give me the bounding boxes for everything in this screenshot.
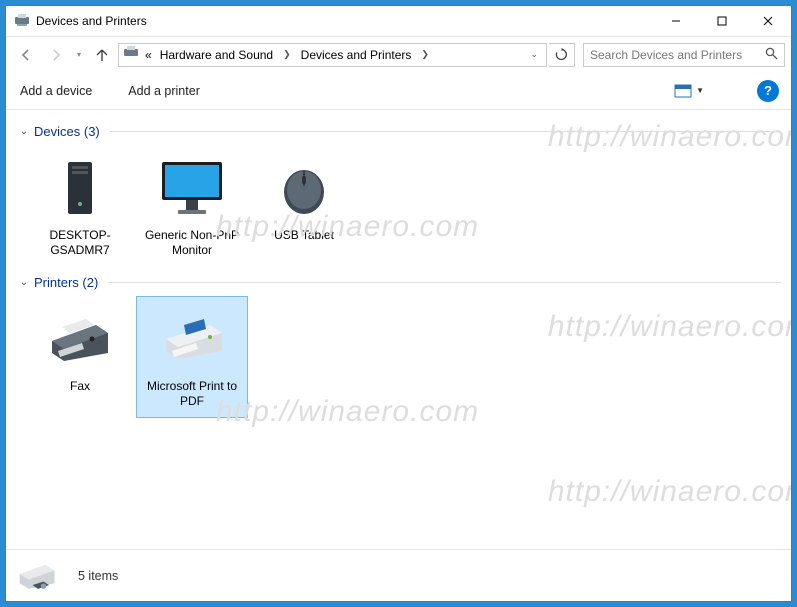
group-name: Printers (34, 275, 79, 290)
item-label: Microsoft Print to PDF (141, 379, 243, 409)
back-button[interactable] (12, 41, 40, 69)
printer-item-pdf[interactable]: Microsoft Print to PDF (136, 296, 248, 418)
item-label: Fax (29, 379, 131, 394)
add-printer-button[interactable]: Add a printer (126, 80, 202, 102)
mouse-icon (268, 152, 340, 224)
group-count: (3) (84, 124, 100, 139)
chevron-right-icon[interactable]: ❯ (417, 49, 433, 60)
minimize-button[interactable] (653, 6, 699, 36)
watermark: http://winaero.com (548, 475, 791, 509)
address-icon (123, 45, 139, 64)
device-item-usb-tablet[interactable]: USB Tablet (248, 145, 360, 267)
item-label: Generic Non-PnP Monitor (141, 228, 243, 258)
app-icon (14, 13, 30, 29)
group-name: Devices (34, 124, 80, 139)
add-device-button[interactable]: Add a device (18, 80, 94, 102)
printers-row: Fax Microsoft Print to PDF (16, 296, 781, 418)
monitor-icon (156, 152, 228, 224)
titlebar: Devices and Printers (6, 6, 791, 36)
window-title: Devices and Printers (36, 14, 147, 28)
up-button[interactable] (88, 41, 116, 69)
device-item-desktop[interactable]: DESKTOP-GSADMR7 (24, 145, 136, 267)
search-icon (765, 47, 778, 63)
printer-icon (156, 303, 228, 375)
address-dropdown-button[interactable]: ⌄ (526, 49, 542, 60)
close-button[interactable] (745, 6, 791, 36)
devices-row: DESKTOP-GSADMR7 Generic Non-PnP Monitor … (16, 145, 781, 267)
group-header-printers[interactable]: ⌄ Printers (2) (16, 267, 781, 296)
breadcrumb-devices-printers[interactable]: Devices and Printers (299, 48, 414, 62)
view-options-button[interactable]: ▼ (669, 81, 709, 101)
item-label: DESKTOP-GSADMR7 (29, 228, 131, 258)
collapse-icon: ⌄ (16, 126, 32, 137)
window-controls (653, 6, 791, 36)
status-icon (16, 556, 60, 596)
chevron-down-icon: ▼ (696, 86, 704, 95)
item-label: USB Tablet (253, 228, 355, 243)
help-button[interactable]: ? (757, 80, 779, 102)
content-area: ⌄ Devices (3) DESKTOP-GSADMR7 Generic No… (6, 110, 791, 549)
pc-tower-icon (44, 152, 116, 224)
breadcrumb-prefix: « (143, 48, 154, 62)
command-bar: Add a device Add a printer ▼ ? (6, 72, 791, 110)
address-bar[interactable]: « Hardware and Sound ❯ Devices and Print… (118, 43, 547, 67)
status-bar: 5 items (6, 549, 791, 601)
navigation-bar: ▾ « Hardware and Sound ❯ Devices and Pri… (6, 36, 791, 72)
collapse-icon: ⌄ (16, 277, 32, 288)
fax-icon (44, 303, 116, 375)
printer-item-fax[interactable]: Fax (24, 296, 136, 418)
search-placeholder: Search Devices and Printers (590, 48, 765, 62)
maximize-button[interactable] (699, 6, 745, 36)
chevron-right-icon[interactable]: ❯ (279, 49, 295, 60)
breadcrumb-hardware[interactable]: Hardware and Sound (158, 48, 275, 62)
search-input[interactable]: Search Devices and Printers (583, 43, 785, 67)
device-item-monitor[interactable]: Generic Non-PnP Monitor (136, 145, 248, 267)
recent-locations-button[interactable]: ▾ (72, 50, 86, 59)
group-count: (2) (82, 275, 98, 290)
refresh-button[interactable] (549, 43, 575, 67)
status-text: 5 items (78, 569, 118, 583)
forward-button[interactable] (42, 41, 70, 69)
group-header-devices[interactable]: ⌄ Devices (3) (16, 116, 781, 145)
window: Devices and Printers ▾ « Hardware and So… (5, 5, 792, 602)
